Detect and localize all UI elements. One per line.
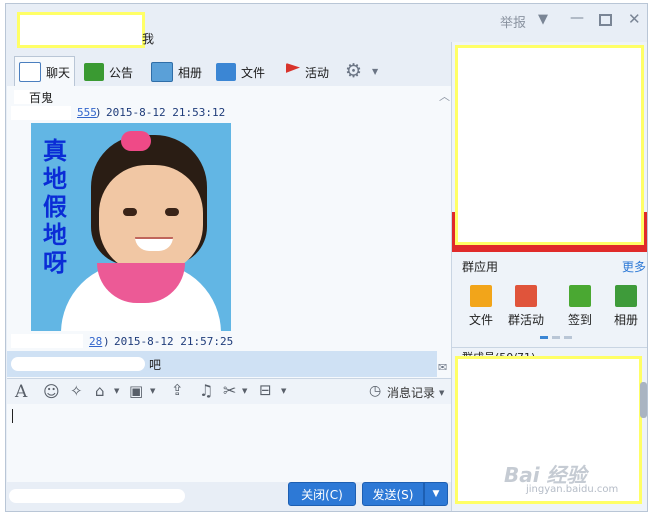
- tab-chat[interactable]: 聊天: [14, 56, 76, 87]
- chat-bubble-icon: [19, 62, 41, 82]
- font-icon[interactable]: A: [15, 382, 27, 402]
- bottom-ad-redaction: [9, 489, 185, 503]
- folder-app-icon: [470, 285, 492, 307]
- minimize-icon[interactable]: —: [570, 10, 584, 26]
- history-chevron-icon[interactable]: ▼: [439, 389, 444, 397]
- app-files-label: 文件: [468, 313, 493, 327]
- chevron-down-icon[interactable]: ▼: [538, 12, 548, 27]
- remote-chevron-icon[interactable]: ▼: [281, 387, 286, 395]
- highlight-text: 吧: [149, 358, 162, 372]
- group-name-tail: 我: [142, 32, 155, 46]
- screenshot-scissors-icon[interactable]: ✂: [223, 381, 236, 400]
- settings-chevron-icon[interactable]: ▼: [372, 67, 378, 76]
- activity-flag-app-icon: [515, 285, 537, 307]
- message-area: ︿ 百鬼 555 ) 2015-8-12 21:53:12 真地假地呀 28 )…: [7, 86, 451, 378]
- tab-activity[interactable]: 活动: [286, 59, 329, 85]
- member-list-scrollbar[interactable]: [640, 382, 647, 418]
- sender-id-redaction: [11, 106, 71, 120]
- message-input[interactable]: [7, 404, 451, 482]
- music-icon[interactable]: ♫: [199, 381, 213, 400]
- page-dot[interactable]: [552, 336, 560, 339]
- announcement-flag-icon: [84, 63, 104, 81]
- gift-chevron-icon[interactable]: ▼: [114, 387, 119, 395]
- album-app-icon: [615, 285, 637, 307]
- format-toolbar: A ☺ ✧ ⌂ ▼ ▣ ▼ ⇪ ♫ ✂ ▼ ⊟ ▼ ◷ 消息记录 ▼: [7, 378, 451, 405]
- sender-name: 百鬼: [29, 91, 54, 105]
- close-window-icon[interactable]: ✕: [628, 10, 641, 28]
- app-album[interactable]: 相册: [602, 285, 647, 328]
- image-chevron-icon[interactable]: ▼: [150, 387, 155, 395]
- mail-icon[interactable]: ✉: [438, 361, 447, 374]
- tab-album-label: 相册: [178, 65, 203, 80]
- app-checkin[interactable]: 签到: [556, 285, 604, 328]
- tab-chat-label: 聊天: [46, 65, 71, 80]
- shake-icon[interactable]: ✧: [70, 382, 83, 400]
- album-picture-icon: [151, 62, 173, 82]
- tab-announcement-label: 公告: [109, 65, 134, 80]
- tab-files-label: 文件: [241, 65, 266, 80]
- tab-files[interactable]: 文件: [216, 59, 265, 85]
- image-icon[interactable]: ▣: [129, 382, 143, 400]
- side-panel: 群应用 更多 文件 群活动 签到 相册 群成员(50/71): [451, 42, 647, 511]
- divider: [452, 347, 647, 348]
- page-dot-active[interactable]: [540, 336, 548, 339]
- message-timestamp: 2015-8-12 21:53:12: [106, 106, 226, 119]
- app-files[interactable]: 文件: [457, 285, 505, 328]
- tab-activity-label: 活动: [305, 65, 330, 80]
- sender2-id[interactable]: 28: [89, 335, 102, 348]
- text-cursor: [12, 409, 13, 423]
- sender2-id-redaction: [11, 334, 83, 348]
- child-eye-right: [165, 208, 179, 216]
- app-group-activity[interactable]: 群活动: [502, 285, 550, 328]
- tab-announcement[interactable]: 公告: [84, 59, 133, 85]
- chat-window: 我 举报 ▼ — ✕ 聊天 公告 相册 文件 活动 ⚙ ▼ ︿ 百鬼 555 )…: [5, 3, 648, 512]
- red-flag-icon: [286, 63, 300, 73]
- send-options-chevron-icon[interactable]: ▼: [424, 482, 448, 506]
- promo-redaction: [455, 45, 644, 245]
- group-name-redaction: [17, 12, 145, 48]
- folder-icon: [216, 63, 236, 81]
- image-caption: 真地假地呀: [43, 137, 67, 277]
- child-face: [99, 165, 203, 273]
- gift-icon[interactable]: ⌂: [95, 382, 105, 400]
- highlight-redaction: [11, 357, 145, 371]
- message2-timestamp: 2015-8-12 21:57:25: [114, 335, 234, 348]
- picture-message[interactable]: 真地假地呀: [31, 123, 231, 331]
- app-checkin-label: 签到: [567, 313, 592, 327]
- message-paren: ): [95, 106, 102, 119]
- message2-paren: ): [103, 335, 110, 348]
- send-button[interactable]: 发送(S): [362, 482, 424, 506]
- history-clock-icon[interactable]: ◷: [369, 383, 381, 399]
- more-apps-link[interactable]: 更多: [622, 258, 646, 275]
- child-eye-left: [123, 208, 137, 216]
- app-album-label: 相册: [613, 313, 638, 327]
- remote-assist-icon[interactable]: ⊟: [259, 381, 272, 399]
- close-button[interactable]: 关闭(C): [288, 482, 356, 506]
- sender-id[interactable]: 555: [77, 106, 97, 119]
- upload-icon[interactable]: ⇪: [171, 381, 184, 399]
- hair-bow: [121, 131, 151, 151]
- group-apps-title: 群应用: [462, 260, 499, 274]
- report-button[interactable]: 举报: [500, 12, 526, 31]
- collapse-icon[interactable]: ︿: [439, 88, 450, 104]
- tab-album[interactable]: 相册: [151, 59, 202, 85]
- maximize-icon[interactable]: [599, 14, 612, 26]
- page-dot[interactable]: [564, 336, 572, 339]
- settings-gear-icon[interactable]: ⚙: [345, 60, 362, 82]
- checkin-app-icon: [569, 285, 591, 307]
- app-group-activity-label: 群活动: [507, 313, 544, 327]
- scissors-chevron-icon[interactable]: ▼: [242, 387, 247, 395]
- history-button[interactable]: 消息记录: [387, 384, 435, 401]
- highlighted-message[interactable]: 吧: [7, 351, 437, 377]
- emoji-icon[interactable]: ☺: [43, 382, 60, 401]
- watermark-url: jingyan.baidu.com: [526, 484, 619, 495]
